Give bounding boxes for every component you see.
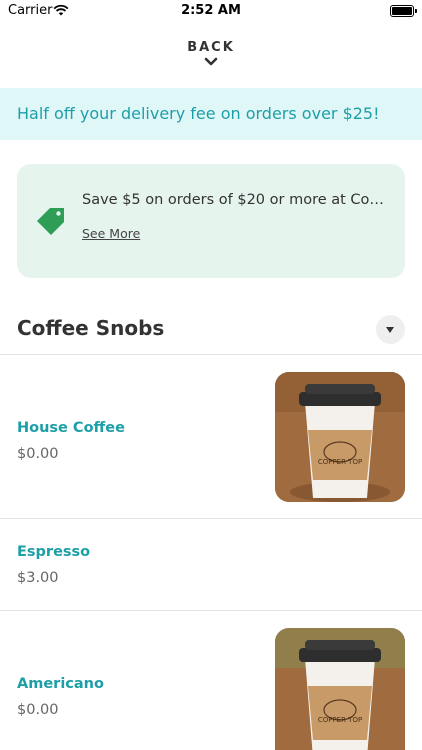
section-title: Coffee Snobs xyxy=(17,316,165,340)
menu-item-image[interactable]: COPPER TOP xyxy=(275,372,405,502)
divider xyxy=(0,354,422,355)
see-more-link[interactable]: See More xyxy=(82,226,140,241)
back-button[interactable]: BACK xyxy=(0,40,422,67)
section-collapse-button[interactable] xyxy=(376,315,405,344)
coffee-cup-image: COPPER TOP xyxy=(275,628,405,750)
promo-banner-text: Half off your delivery fee on orders ove… xyxy=(17,104,380,123)
menu-item-image[interactable]: COPPER TOP xyxy=(275,628,405,750)
coffee-cup-image: COPPER TOP xyxy=(275,372,405,502)
caret-down-icon xyxy=(386,327,394,333)
chevron-down-icon xyxy=(204,57,218,66)
promo-banner: Half off your delivery fee on orders ove… xyxy=(0,88,422,140)
offer-title: Save $5 on orders of $20 or more at Copp… xyxy=(82,192,392,208)
menu-item-price: $3.00 xyxy=(17,570,59,586)
status-bar: Carrier 2:52 AM xyxy=(0,0,422,24)
offer-card[interactable]: Save $5 on orders of $20 or more at Copp… xyxy=(17,164,405,278)
menu-item-price: $0.00 xyxy=(17,702,59,718)
back-label: BACK xyxy=(187,40,235,55)
divider xyxy=(0,610,422,611)
battery-icon xyxy=(390,5,417,17)
cup-logo-text: COPPER TOP xyxy=(318,458,362,466)
menu-item-name[interactable]: Americano xyxy=(17,676,104,692)
cup-logo-text: COPPER TOP xyxy=(318,716,362,724)
menu-item-name[interactable]: Espresso xyxy=(17,544,90,560)
tag-icon xyxy=(37,208,64,235)
menu-item-price: $0.00 xyxy=(17,446,59,462)
divider xyxy=(0,518,422,519)
menu-item-name[interactable]: House Coffee xyxy=(17,420,125,436)
clock: 2:52 AM xyxy=(181,3,241,18)
